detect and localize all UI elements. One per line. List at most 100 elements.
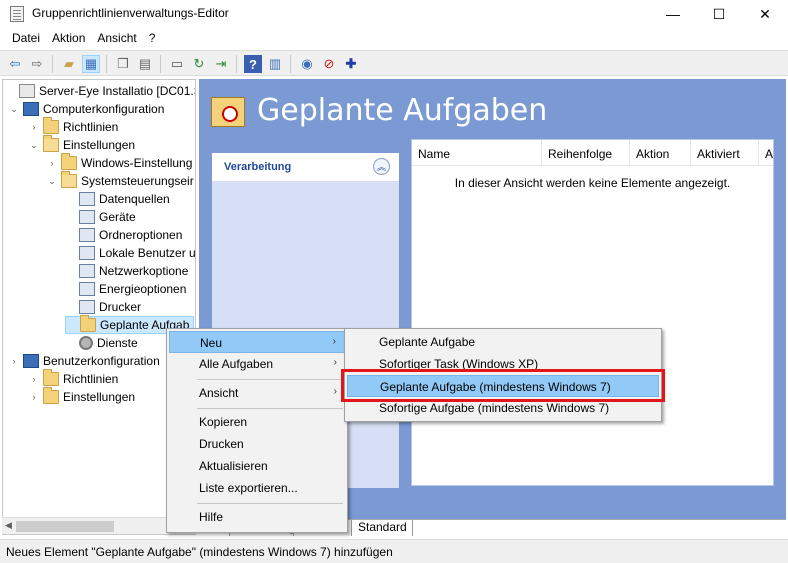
task-pane-title: Verarbeitung xyxy=(224,161,292,173)
tree-node-user-einstellungen[interactable]: › Einstellungen xyxy=(29,387,135,406)
chevron-right-icon: › xyxy=(333,357,337,368)
scrollbar-thumb[interactable] xyxy=(16,521,114,532)
menu-separator xyxy=(197,379,343,380)
empty-message: In dieser Ansicht werden keine Elemente … xyxy=(454,176,731,190)
menu-item-ansicht[interactable]: Ansicht › xyxy=(169,382,345,404)
new-item-icon[interactable]: ◉ xyxy=(298,55,316,73)
highlight-annotation xyxy=(341,369,665,402)
close-button[interactable]: ✕ xyxy=(742,0,788,28)
status-bar: Neues Element "Geplante Aufgabe" (mindes… xyxy=(0,539,788,563)
column-aktiviert[interactable]: Aktiviert xyxy=(691,140,759,166)
network-icon xyxy=(79,264,95,278)
tree-node-richtlinien[interactable]: › Richtlinien xyxy=(29,117,118,136)
minimize-button[interactable]: — xyxy=(650,0,696,28)
folder-icon xyxy=(43,117,59,134)
page-title: Geplante Aufgaben xyxy=(257,93,548,128)
scheduled-tasks-icon xyxy=(80,315,96,332)
status-text: Neues Element "Geplante Aufgabe" (mindes… xyxy=(6,545,393,559)
chevron-right-icon: › xyxy=(333,386,337,397)
folder-icon xyxy=(43,387,59,404)
menu-item-alle-aufgaben[interactable]: Alle Aufgaben › xyxy=(169,353,345,375)
tree-node-root[interactable]: Server-Eye Installatio [DC01.SER xyxy=(5,82,195,100)
folder-open-icon xyxy=(43,135,59,152)
forward-arrow-icon[interactable]: ⇨ xyxy=(28,55,46,73)
menu-item-aktualisieren[interactable]: Aktualisieren xyxy=(169,455,345,477)
gear-icon xyxy=(79,336,93,350)
collapse-chevron-icon[interactable]: ︽ xyxy=(373,158,390,175)
paste-icon[interactable]: ▤ xyxy=(136,55,154,73)
tree-node-benutzerkonfiguration[interactable]: › Benutzerkonfiguration xyxy=(9,352,160,370)
menu-item-hilfe[interactable]: Hilfe xyxy=(169,506,345,528)
help-icon[interactable]: ? xyxy=(244,55,262,73)
chevron-right-icon: › xyxy=(332,336,336,347)
menu-item-drucken[interactable]: Drucken xyxy=(169,433,345,455)
submenu-item-geplante-aufgabe[interactable]: Geplante Aufgabe xyxy=(347,331,659,353)
properties-icon[interactable]: ▥ xyxy=(266,55,284,73)
column-name[interactable]: Name xyxy=(412,140,542,166)
menu-item-neu[interactable]: Neu › xyxy=(169,331,345,353)
power-icon xyxy=(79,282,95,296)
menu-separator xyxy=(197,408,343,409)
menu-help[interactable]: ? xyxy=(143,28,162,48)
chevron-down-icon[interactable]: ⌄ xyxy=(47,176,57,187)
scroll-left-icon[interactable]: ◀ xyxy=(5,520,12,531)
chevron-right-icon[interactable]: › xyxy=(9,356,19,366)
app-icon xyxy=(10,6,24,22)
column-reihenfolge[interactable]: Reihenfolge xyxy=(542,140,630,166)
menu-bar: Datei Aktion Ansicht ? xyxy=(0,28,788,48)
user-config-icon xyxy=(23,354,39,368)
chevron-down-icon[interactable]: ⌄ xyxy=(29,140,39,151)
chevron-right-icon[interactable]: › xyxy=(29,122,39,132)
menu-separator xyxy=(197,503,343,504)
title-bar: Gruppenrichtlinienverwaltungs-Editor — ☐… xyxy=(0,0,788,28)
scheduled-tasks-icon xyxy=(211,97,245,127)
back-arrow-icon[interactable]: ⇦ xyxy=(6,55,24,73)
datasource-icon xyxy=(79,192,95,206)
folder-open-icon xyxy=(61,171,77,188)
tree-node-user-richtlinien[interactable]: › Richtlinien xyxy=(29,369,118,388)
menu-item-kopieren[interactable]: Kopieren xyxy=(169,411,345,433)
menu-ansicht[interactable]: Ansicht xyxy=(91,28,142,48)
chevron-right-icon[interactable]: › xyxy=(29,392,39,402)
export-icon[interactable]: ⇥ xyxy=(212,55,230,73)
chevron-right-icon[interactable]: › xyxy=(47,158,57,168)
printer-icon xyxy=(79,300,95,314)
folder-icon xyxy=(43,369,59,386)
menu-item-liste-exportieren[interactable]: Liste exportieren... xyxy=(169,477,345,499)
chevron-right-icon[interactable]: › xyxy=(29,374,39,384)
show-hide-tree-icon[interactable]: ▦ xyxy=(82,55,100,73)
tree-node-systemsteuerung[interactable]: ⌄ Systemsteuerungseir xyxy=(47,171,194,190)
tree-node-ordneroptionen[interactable]: Ordneroptionen xyxy=(65,226,182,244)
tree-node-dienste[interactable]: Dienste xyxy=(65,334,138,352)
maximize-button[interactable]: ☐ xyxy=(696,0,742,28)
tree-node-datenquellen[interactable]: Datenquellen xyxy=(65,190,170,208)
tree-node-lokale-benutzer[interactable]: Lokale Benutzer u xyxy=(65,244,195,262)
column-aktion[interactable]: Aktion xyxy=(630,140,691,166)
context-menu: Neu › Alle Aufgaben › Ansicht › Kopieren… xyxy=(166,328,348,533)
computer-icon xyxy=(23,102,39,116)
menu-datei[interactable]: Datei xyxy=(6,28,46,48)
chevron-down-icon[interactable]: ⌄ xyxy=(9,104,19,115)
tree-node-windows-einstellungen[interactable]: › Windows-Einstellung xyxy=(47,153,192,172)
listview-header: Name Reihenfolge Aktion Aktiviert Au xyxy=(412,140,773,166)
tree-node-netzwerkoptionen[interactable]: Netzwerkoptione xyxy=(65,262,188,280)
tab-standard[interactable]: Standard xyxy=(351,520,413,536)
stop-icon[interactable]: ⊘ xyxy=(320,55,338,73)
column-au[interactable]: Au xyxy=(759,140,773,166)
tree-node-geraete[interactable]: Geräte xyxy=(65,208,136,226)
add-icon[interactable]: ✚ xyxy=(342,55,360,73)
copy-icon[interactable]: ❐ xyxy=(114,55,132,73)
menu-aktion[interactable]: Aktion xyxy=(46,28,91,48)
folder-icon xyxy=(61,153,77,170)
tree-node-energieoptionen[interactable]: Energieoptionen xyxy=(65,280,186,298)
tree-node-drucker[interactable]: Drucker xyxy=(65,298,141,316)
gpo-icon xyxy=(19,84,35,98)
task-pane-header: Verarbeitung ︽ xyxy=(212,153,399,181)
tree-node-einstellungen[interactable]: ⌄ Einstellungen xyxy=(29,135,135,154)
devices-icon xyxy=(79,210,95,224)
users-icon xyxy=(79,246,95,260)
print-icon[interactable]: ▭ xyxy=(168,55,186,73)
up-folder-icon[interactable]: ▰ xyxy=(60,55,78,73)
tree-node-computerkonfiguration[interactable]: ⌄ Computerkonfiguration xyxy=(9,100,164,118)
refresh-icon[interactable]: ↻ xyxy=(190,55,208,73)
